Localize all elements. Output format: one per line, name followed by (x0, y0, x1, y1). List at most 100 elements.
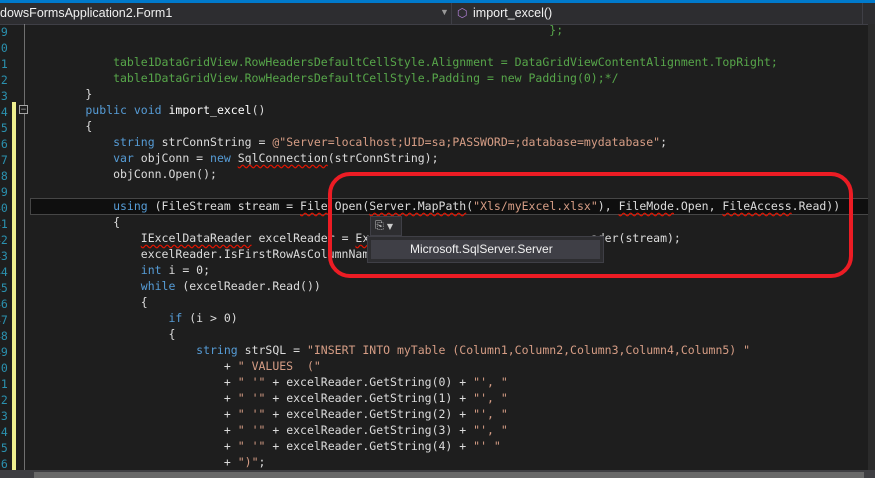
line-number: 30 (0, 41, 8, 55)
code-token: (FileStream stream = (154, 199, 301, 213)
chevron-down-icon: ▼ (386, 222, 393, 231)
code-token: + excelReader.GetString(0) + (265, 375, 474, 389)
code-token: ; (660, 135, 668, 149)
code-line: } (30, 86, 92, 102)
code-token: { (30, 215, 121, 229)
code-token: @"Server=localhost;UID=sa;PASSWORD=;data… (272, 135, 661, 149)
code-token: SqlConnection (237, 151, 328, 165)
line-number: 31 (0, 57, 8, 71)
code-token: + (30, 439, 238, 453)
code-token: ; (258, 455, 266, 469)
code-token: () (251, 103, 266, 117)
code-token: + (30, 423, 238, 437)
code-line: { (30, 294, 148, 310)
code-token: + (30, 455, 238, 469)
code-token: objConn = (140, 151, 211, 165)
code-token: excelReader.IsFirstRowAsColumnNam (30, 247, 370, 261)
suggestion-menu-item[interactable]: Microsoft.SqlServer.Server (371, 240, 600, 259)
class-dropdown[interactable]: dowsFormsApplication2.Form1 (0, 6, 172, 20)
code-token: int (30, 263, 169, 277)
code-token: import_excel (168, 103, 252, 117)
code-token: new (210, 151, 238, 165)
code-token: " '" (237, 375, 266, 389)
quick-actions-menu: Microsoft.SqlServer.Server (367, 236, 604, 263)
code-token: "', " (473, 407, 508, 421)
member-dropdown[interactable]: import_excel() (473, 6, 552, 20)
lightbulb-fix-icon: ⎘ (375, 219, 384, 232)
code-token: "', " (473, 391, 508, 405)
code-line: int i = 0; (30, 262, 210, 278)
code-line: + " '" + excelReader.GetString(4) + "' " (30, 438, 501, 454)
divider (451, 3, 452, 24)
code-token: IExcelDataReader (140, 231, 252, 245)
vertical-scrollbar[interactable] (868, 24, 875, 470)
code-token: "INSERT INTO myTable (Column1,Column2,Co… (306, 343, 751, 357)
code-line: + " '" + excelReader.GetString(0) + "', … (30, 374, 508, 390)
code-token: table1DataGridView.RowHeadersDefaultCell… (30, 71, 619, 85)
code-token: + (30, 359, 238, 373)
code-token: { (30, 295, 148, 309)
code-token: " VALUES (" (237, 359, 321, 373)
code-line: { (30, 118, 92, 134)
code-token: + excelReader.GetString(2) + (265, 407, 474, 421)
method-cube-icon: ⬡ (457, 6, 468, 20)
code-token: (i > 0) (189, 311, 238, 325)
code-line: + ")"; (30, 454, 266, 470)
code-token: { (30, 327, 176, 341)
code-line: + " VALUES (" (30, 358, 321, 374)
code-token: + excelReader.GetString(1) + (265, 391, 474, 405)
code-line: table1DataGridView.RowHeadersDefaultCell… (30, 70, 619, 86)
code-line: var objConn = new SqlConnection(strConnS… (30, 150, 439, 166)
code-line: string strConnString = @"Server=localhos… (30, 134, 667, 150)
code-token: string (30, 343, 245, 357)
code-token: + (30, 407, 238, 421)
code-token: " '" (237, 423, 266, 437)
code-token: (strConnString); (327, 151, 439, 165)
code-line: + " '" + excelReader.GetString(2) + "', … (30, 406, 508, 422)
code-line: while (excelReader.Read()) (30, 278, 321, 294)
code-line: if (i > 0) (30, 310, 238, 326)
line-number: 32 (0, 73, 8, 87)
code-token: (excelReader.Read()) (182, 279, 321, 293)
code-token: string (30, 135, 162, 149)
code-token: File (300, 199, 328, 213)
code-token: }; (30, 23, 564, 37)
code-line: { (30, 214, 120, 230)
code-token: "', " (473, 375, 508, 389)
horizontal-scrollbar-thumb[interactable] (34, 472, 864, 478)
code-token: objConn.Open(); (30, 167, 217, 181)
code-token: "', " (473, 423, 508, 437)
code-line: table1DataGridView.RowHeadersDefaultCell… (30, 54, 778, 70)
code-line: string strSQL = "INSERT INTO myTable (Co… (30, 342, 750, 358)
code-token: strSQL = (244, 343, 307, 357)
code-token: + (30, 391, 238, 405)
code-token: using (30, 199, 155, 213)
code-token: public void (30, 103, 169, 117)
change-tracking-bar (12, 102, 16, 470)
chevron-down-icon[interactable]: ▼ (440, 7, 449, 17)
code-token: var (30, 151, 141, 165)
code-token: + excelReader.GetString(3) + (265, 423, 474, 437)
code-token: while (30, 279, 183, 293)
code-token: if (30, 311, 190, 325)
code-line: excelReader.IsFirstRowAsColumnNam (30, 246, 370, 262)
code-token: { (30, 119, 93, 133)
code-token: " '" (237, 407, 266, 421)
code-line: + " '" + excelReader.GetString(3) + "', … (30, 422, 508, 438)
code-token: ")" (237, 455, 259, 469)
code-token: " '" (237, 391, 266, 405)
code-token: " '" (237, 439, 266, 453)
code-line: { (30, 326, 175, 342)
quick-actions-button[interactable]: ⎘ ▼ (370, 216, 402, 236)
code-token: } (30, 87, 93, 101)
code-token: "' " (473, 439, 501, 453)
collapse-toggle-icon[interactable]: − (19, 105, 28, 115)
code-token: + excelReader.GetString(4) + (265, 439, 474, 453)
code-token: table1DataGridView.RowHeadersDefaultCell… (30, 55, 778, 69)
code-token: strConnString = (161, 135, 273, 149)
code-line: public void import_excel() (30, 102, 265, 118)
code-line: }; (30, 22, 563, 38)
outlining-guide (24, 24, 25, 470)
code-line: objConn.Open(); (30, 166, 217, 182)
